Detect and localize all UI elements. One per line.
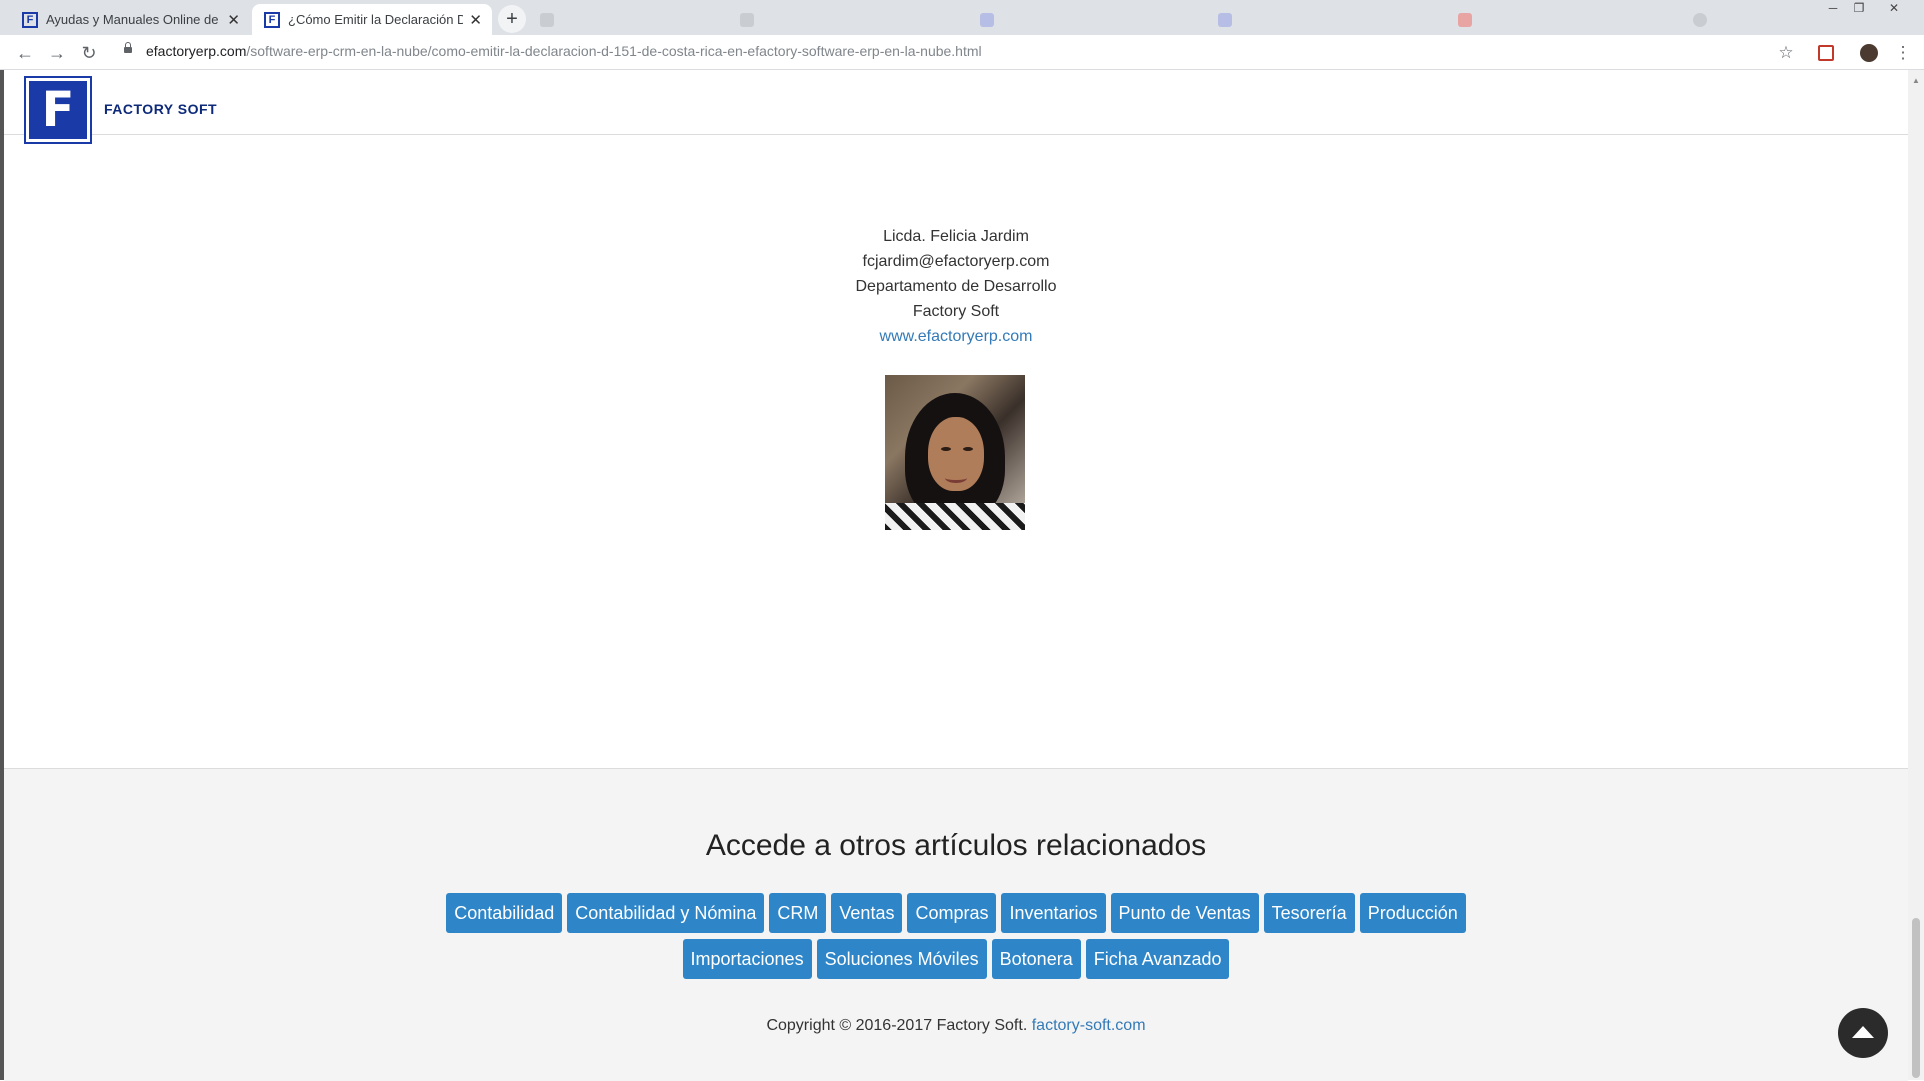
author-website-row: www.efactoryerp.com bbox=[4, 328, 1908, 346]
background-tab[interactable] bbox=[1693, 4, 1723, 35]
related-button-produccion[interactable]: Producción bbox=[1359, 893, 1466, 933]
related-button-compras[interactable]: Compras bbox=[907, 893, 997, 933]
background-tab[interactable] bbox=[1218, 4, 1418, 35]
tab-title: ¿Cómo Emitir la Declaración D-1 bbox=[288, 12, 464, 27]
copyright-link[interactable]: factory-soft.com bbox=[1032, 1017, 1146, 1034]
related-button-contabilidad-nomina[interactable]: Contabilidad y Nómina bbox=[567, 893, 765, 933]
author-department: Departamento de Desarrollo bbox=[855, 278, 1057, 295]
related-button-soluciones-moviles[interactable]: Soluciones Móviles bbox=[816, 939, 987, 979]
scrollbar-thumb[interactable] bbox=[1912, 918, 1920, 1078]
author-company: Factory Soft bbox=[912, 303, 1000, 320]
factory-soft-logo[interactable]: F bbox=[24, 76, 92, 144]
url-host: efactoryerp.com bbox=[146, 43, 247, 59]
related-buttons-row-2: Importaciones Soluciones Móviles Botoner… bbox=[4, 939, 1908, 979]
copyright-line: Copyright © 2016-2017 Factory Soft. fact… bbox=[4, 1017, 1908, 1035]
tab-ayudas-manuales[interactable]: F Ayudas y Manuales Online de eF ✕ bbox=[10, 4, 250, 35]
related-buttons-row-1: Contabilidad Contabilidad y Nómina CRM V… bbox=[4, 893, 1908, 933]
related-button-ventas[interactable]: Ventas bbox=[831, 893, 903, 933]
related-button-importaciones[interactable]: Importaciones bbox=[682, 939, 812, 979]
related-articles-footer: Accede a otros artículos relacionados Co… bbox=[4, 768, 1908, 1081]
factory-soft-favicon-icon: F bbox=[264, 11, 280, 28]
tab-title: Ayudas y Manuales Online de eF bbox=[46, 12, 222, 27]
related-button-ficha-avanzado[interactable]: Ficha Avanzado bbox=[1085, 939, 1230, 979]
author-email: fcjardim@efactoryerp.com bbox=[862, 253, 1050, 270]
lock-icon[interactable] bbox=[124, 42, 132, 53]
minimize-window-icon[interactable]: ─ bbox=[1822, 0, 1844, 16]
close-tab-icon[interactable]: ✕ bbox=[469, 11, 482, 29]
author-name: Licda. Felicia Jardim bbox=[883, 228, 1029, 245]
close-tab-icon[interactable]: ✕ bbox=[227, 11, 240, 29]
author-website-link[interactable]: www.efactoryerp.com bbox=[880, 328, 1033, 345]
site-header: F FACTORY SOFT bbox=[4, 70, 1908, 144]
related-button-punto-de-ventas[interactable]: Punto de Ventas bbox=[1110, 893, 1259, 933]
profile-avatar[interactable] bbox=[1858, 42, 1880, 64]
restore-window-icon[interactable]: ❐ bbox=[1848, 0, 1870, 16]
factory-soft-favicon-icon: F bbox=[22, 11, 38, 28]
bookmark-star-icon[interactable]: ☆ bbox=[1775, 42, 1797, 64]
background-tab[interactable] bbox=[740, 4, 940, 35]
related-articles-title: Accede a otros artículos relacionados bbox=[705, 829, 1207, 862]
tab-como-emitir-declaracion[interactable]: F ¿Cómo Emitir la Declaración D-1 ✕ bbox=[252, 4, 492, 35]
back-arrow-icon[interactable]: ← bbox=[14, 42, 36, 64]
background-tab[interactable] bbox=[1458, 4, 1658, 35]
browser-toolbar: ← → ↻ efactoryerp.com/software-erp-crm-e… bbox=[0, 35, 1924, 70]
background-tab[interactable] bbox=[540, 4, 730, 35]
related-button-inventarios[interactable]: Inventarios bbox=[1001, 893, 1106, 933]
address-bar[interactable]: efactoryerp.com/software-erp-crm-en-la-n… bbox=[146, 43, 982, 59]
logo-letter: F bbox=[41, 82, 75, 138]
new-tab-button[interactable]: + bbox=[498, 5, 526, 33]
copyright-text: Copyright © 2016-2017 Factory Soft. bbox=[766, 1017, 1028, 1034]
related-button-tesoreria[interactable]: Tesorería bbox=[1263, 893, 1355, 933]
browser-tab-strip: F Ayudas y Manuales Online de eF ✕ F ¿Có… bbox=[0, 0, 1924, 35]
forward-arrow-icon[interactable]: → bbox=[46, 42, 68, 64]
scroll-to-top-button[interactable] bbox=[1838, 1008, 1888, 1058]
scroll-up-arrow-icon[interactable]: ▲ bbox=[1912, 76, 1920, 85]
close-window-icon[interactable]: ✕ bbox=[1874, 0, 1914, 16]
page-scrollbar[interactable]: ▲ bbox=[1908, 70, 1924, 1080]
related-button-contabilidad[interactable]: Contabilidad bbox=[446, 893, 563, 933]
reload-icon[interactable]: ↻ bbox=[78, 42, 100, 64]
background-tab[interactable] bbox=[980, 4, 1180, 35]
arrow-up-icon bbox=[1852, 1025, 1874, 1038]
browser-menu-icon[interactable]: ⋮ bbox=[1892, 42, 1914, 64]
related-button-crm[interactable]: CRM bbox=[769, 893, 827, 933]
url-path: /software-erp-crm-en-la-nube/como-emitir… bbox=[246, 43, 982, 59]
related-button-botonera[interactable]: Botonera bbox=[991, 939, 1081, 979]
brand-name[interactable]: FACTORY SOFT bbox=[104, 101, 217, 117]
author-photo bbox=[885, 375, 1025, 530]
extension-icon[interactable] bbox=[1815, 42, 1837, 64]
